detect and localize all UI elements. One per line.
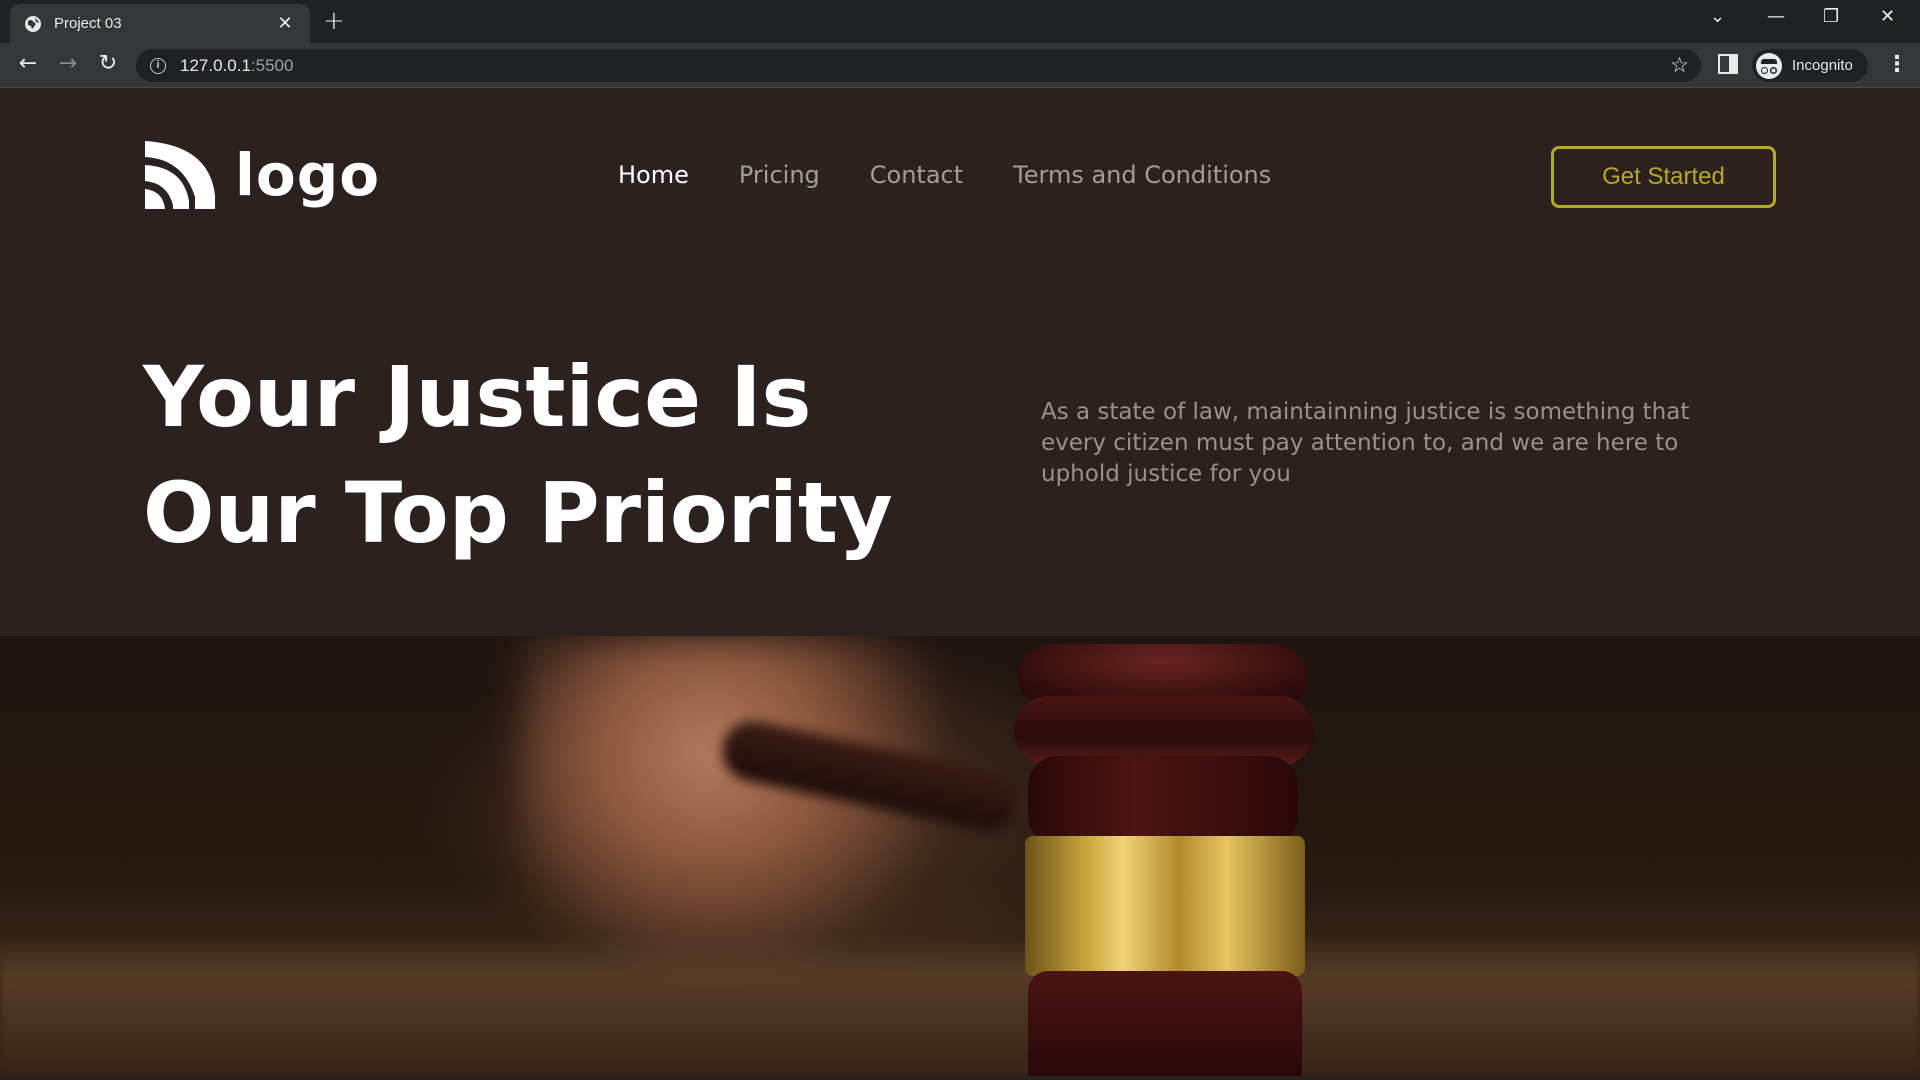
hero-title-line-2: Our Top Priority: [143, 464, 893, 562]
browser-tab-bar: Project 03 ✕ + ⌄ — ❐ ✕: [0, 0, 1920, 43]
gavel-neck: [1028, 756, 1298, 846]
desk-surface: [0, 936, 1920, 1076]
url-port: :5500: [250, 55, 294, 75]
hero-gavel-image: [0, 636, 1920, 1076]
hero-title: Your Justice Is Our Top Priority: [143, 339, 943, 571]
browser-tab[interactable]: Project 03 ✕: [10, 4, 310, 43]
incognito-profile-button[interactable]: Incognito: [1752, 49, 1868, 82]
address-bar[interactable]: i 127.0.0.1:5500 ☆: [136, 49, 1701, 82]
globe-icon: [25, 15, 41, 32]
restore-button[interactable]: ❐: [1823, 6, 1839, 27]
close-window-button[interactable]: ✕: [1880, 6, 1895, 27]
browser-menu-icon[interactable]: ⋮: [1886, 52, 1908, 77]
tab-list-icon[interactable]: ⌄: [1710, 6, 1725, 27]
tab-title: Project 03: [54, 15, 122, 32]
nav-contact[interactable]: Contact: [870, 161, 963, 189]
hero-description: As a state of law, maintainning justice …: [1041, 399, 1690, 487]
new-tab-button[interactable]: +: [323, 6, 345, 36]
hero-title-line-1: Your Justice Is: [143, 348, 812, 446]
web-page: logo Home Pricing Contact Terms and Cond…: [0, 89, 1920, 1080]
minimize-button[interactable]: —: [1767, 6, 1785, 27]
bookmark-star-icon[interactable]: ☆: [1670, 53, 1689, 78]
url-host: 127.0.0.1: [180, 55, 251, 75]
browser-toolbar: ← → ↻ i 127.0.0.1:5500 ☆ Incognito ⋮: [0, 43, 1920, 88]
main-nav: Home Pricing Contact Terms and Condition…: [618, 161, 1271, 189]
nav-pricing[interactable]: Pricing: [739, 161, 820, 189]
back-button[interactable]: ←: [13, 51, 43, 76]
site-info-icon[interactable]: i: [150, 57, 166, 74]
reload-button[interactable]: ↻: [93, 51, 123, 76]
logo-icon: [145, 141, 215, 209]
forward-button[interactable]: →: [53, 51, 83, 76]
gavel-top: [1018, 644, 1308, 704]
incognito-label: Incognito: [1792, 57, 1853, 74]
gavel-bottom: [1028, 971, 1302, 1076]
side-panel-icon[interactable]: [1718, 54, 1738, 74]
incognito-icon: [1756, 52, 1782, 79]
nav-terms[interactable]: Terms and Conditions: [1013, 161, 1271, 189]
get-started-button[interactable]: Get Started: [1551, 146, 1776, 208]
nav-home[interactable]: Home: [618, 161, 689, 189]
gavel-gold-band: [1025, 836, 1305, 976]
logo-text: logo: [235, 141, 381, 209]
close-tab-icon[interactable]: ✕: [274, 13, 296, 34]
site-logo[interactable]: logo: [143, 139, 380, 211]
